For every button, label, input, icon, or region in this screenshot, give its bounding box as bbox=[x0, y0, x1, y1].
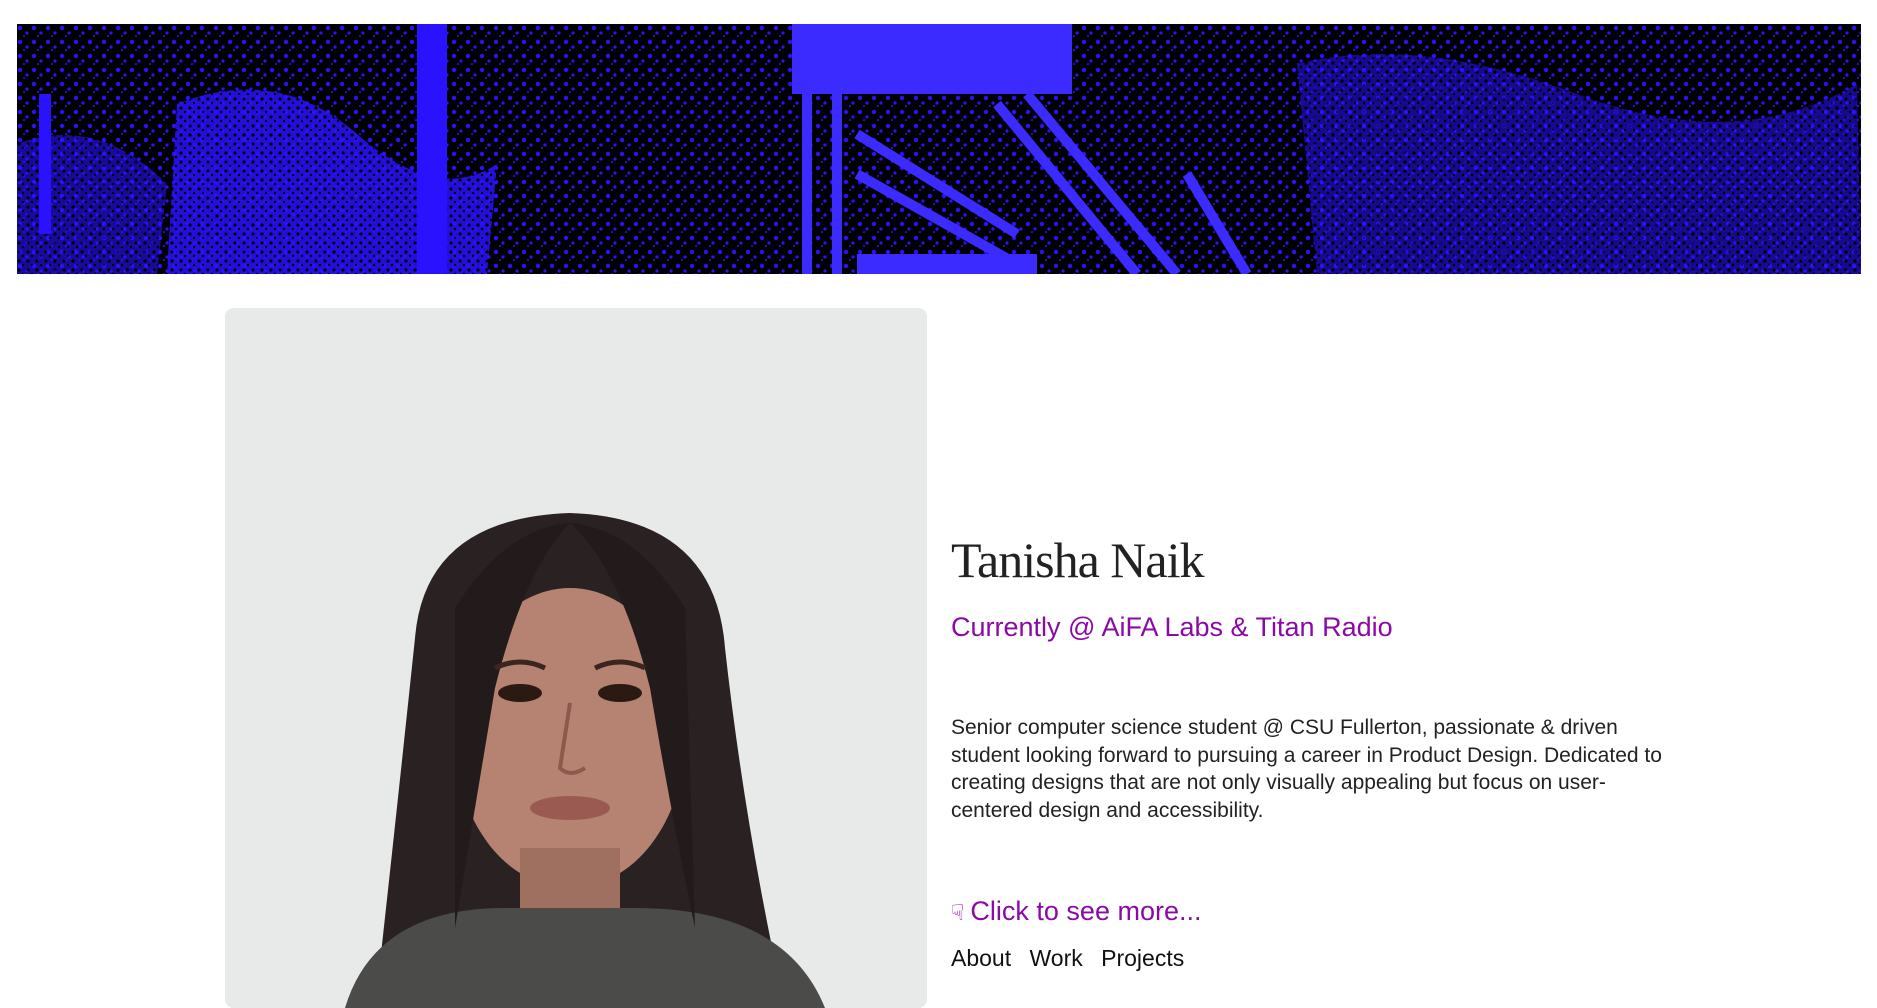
current-position: Currently @ AiFA Labs & Titan Radio bbox=[951, 612, 1393, 642]
profile-name: Tanisha Naik bbox=[951, 532, 1204, 588]
pointing-hand-icon: ☟ bbox=[951, 900, 965, 925]
nav-link-projects[interactable]: Projects bbox=[1101, 945, 1184, 971]
banner-image bbox=[17, 24, 1861, 274]
see-more-label: Click to see more... bbox=[970, 896, 1202, 926]
profile-bio: Senior computer science student @ CSU Fu… bbox=[951, 716, 1662, 822]
header-banner bbox=[17, 24, 1861, 274]
profile-photo-image bbox=[225, 308, 927, 1008]
portrait-photo bbox=[225, 308, 927, 1008]
see-more-link[interactable]: ☟ Click to see more... bbox=[951, 894, 1201, 930]
nav-link-about[interactable]: About bbox=[951, 945, 1011, 971]
nav-links: About Work Projects bbox=[951, 944, 1671, 972]
nav-link-work[interactable]: Work bbox=[1030, 945, 1083, 971]
profile-info: Tanisha Naik Currently @ AiFA Labs & Tit… bbox=[951, 530, 1671, 972]
